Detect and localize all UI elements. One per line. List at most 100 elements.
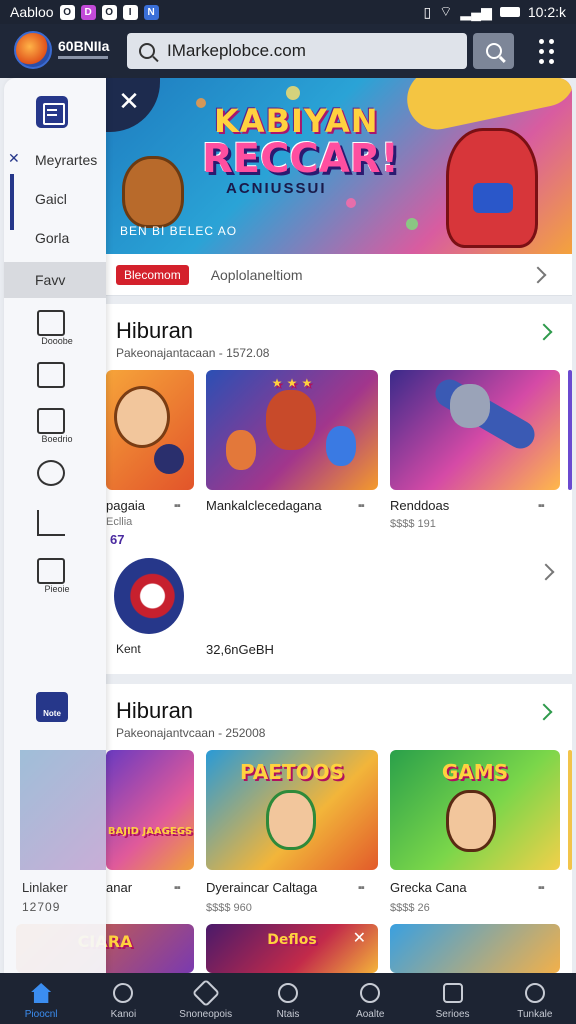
sidebar-icon-label: Boedrio bbox=[41, 434, 73, 444]
grid-icon[interactable]: ▪▪ bbox=[358, 882, 365, 894]
grid-icon[interactable]: ▪▪ bbox=[358, 500, 365, 512]
search-button[interactable] bbox=[473, 33, 514, 69]
sidebar-game-tile[interactable] bbox=[20, 750, 106, 870]
sidebar-item[interactable]: Gaicl bbox=[4, 181, 106, 217]
sidebar-item[interactable]: Meyrartes bbox=[4, 142, 106, 178]
section-title: Hiburan bbox=[116, 318, 194, 343]
wifi-icon: ⌔ bbox=[439, 3, 453, 19]
game-meta: $$$$ 191 bbox=[390, 518, 436, 530]
sidebar-item[interactable]: Gorla bbox=[4, 220, 106, 256]
hero-banner[interactable]: KABIYAN RECCAR! ACNIUSSUI BEN BI BELEC A… bbox=[106, 78, 572, 254]
nav-item[interactable]: Ntais bbox=[247, 973, 329, 1024]
game-tile[interactable]: PAETOOS bbox=[206, 750, 378, 870]
hero-info-bar[interactable]: Blecomom Aoplolaneltiom bbox=[106, 254, 572, 296]
game-tile-partial[interactable] bbox=[568, 750, 572, 870]
hero-character-left bbox=[122, 156, 184, 228]
sidebar-icon-label: Dooobe bbox=[41, 336, 73, 346]
brand-tagline bbox=[58, 56, 108, 59]
vibrate-icon: ▯ bbox=[423, 3, 432, 20]
calendar-icon[interactable] bbox=[37, 310, 65, 336]
game-name: Mankalclecedagana bbox=[206, 498, 322, 513]
sidebar-icon-label: Pieoie bbox=[44, 584, 70, 594]
grid-icon[interactable]: ▪▪ bbox=[538, 882, 545, 894]
grid-icon[interactable]: ▪▪ bbox=[174, 882, 181, 894]
document-icon[interactable] bbox=[37, 362, 65, 388]
nav-item[interactable]: Aoalte bbox=[329, 973, 411, 1024]
home-icon bbox=[31, 983, 52, 1003]
close-icon[interactable]: ✕ bbox=[353, 928, 366, 948]
app-logo[interactable] bbox=[14, 31, 52, 69]
hero-caption: BEN BI BELEC AO bbox=[120, 224, 238, 238]
game-tile[interactable]: Deflos ✕ bbox=[206, 924, 378, 973]
game-name: Grecka Cana bbox=[390, 880, 467, 895]
battery-icon bbox=[499, 7, 520, 17]
game-tile[interactable] bbox=[390, 370, 560, 490]
app-header: 60BNIIa IMarkeplobce.com bbox=[0, 24, 576, 78]
status-notification-icon: N bbox=[143, 4, 159, 20]
game-tile-partial[interactable] bbox=[568, 370, 572, 490]
hero-bar-text: Aoplolaneltiom bbox=[210, 266, 303, 283]
app-name: Kent bbox=[116, 642, 141, 656]
app-meta: 32,6nGeBH bbox=[206, 642, 274, 657]
game-meta: $$$$ 960 bbox=[206, 902, 252, 914]
sidebar-item-active[interactable]: Favv bbox=[4, 262, 106, 298]
section-title: Hiburan bbox=[116, 698, 194, 723]
signal-icon: ▂▄▆ bbox=[460, 3, 492, 20]
section-entertainment-2: Hiburan Pakeonajantvcaan - 252008 BAJID … bbox=[16, 684, 572, 973]
chevron-right-icon[interactable] bbox=[537, 563, 555, 581]
grid-icon[interactable]: ▪▪ bbox=[538, 500, 545, 512]
search-input[interactable]: IMarkeplobce.com bbox=[127, 33, 467, 69]
sidebar-tile-meta: 12709 bbox=[22, 900, 61, 914]
status-notification-icon: I bbox=[122, 4, 138, 20]
search-icon bbox=[485, 43, 502, 59]
more-menu-button[interactable] bbox=[533, 36, 559, 66]
square-icon bbox=[442, 983, 463, 1003]
hero-title-line2: RECCAR! bbox=[202, 136, 399, 182]
game-tile[interactable]: ★ ★ ★ bbox=[206, 370, 378, 490]
chart-icon[interactable] bbox=[37, 510, 65, 536]
game-tile[interactable]: GAMS bbox=[390, 750, 560, 870]
game-name: Renddoas bbox=[390, 498, 450, 513]
app-logo-circle[interactable] bbox=[114, 558, 184, 634]
sidebar-tile-name: Linlaker bbox=[22, 880, 68, 895]
game-rating: 67 bbox=[110, 532, 125, 547]
search-icon bbox=[360, 983, 381, 1003]
hero-character-right bbox=[446, 128, 538, 248]
nav-home[interactable]: Pioocnl bbox=[0, 973, 82, 1024]
home-icon[interactable] bbox=[37, 558, 65, 584]
chevron-right-icon[interactable] bbox=[535, 703, 553, 721]
status-notification-icon: O bbox=[101, 4, 117, 20]
status-carrier: Aabloo bbox=[10, 4, 54, 20]
section-subtitle: Pakeonajantacaan - 1572.08 bbox=[116, 346, 270, 360]
nav-item[interactable]: Kanoi bbox=[82, 973, 164, 1024]
search-value: IMarkeplobce.com bbox=[167, 41, 306, 60]
chevron-right-icon bbox=[529, 266, 547, 284]
game-tile[interactable] bbox=[106, 370, 194, 490]
brand-name: 60BNIIa bbox=[58, 38, 110, 54]
heart-icon[interactable] bbox=[37, 460, 65, 486]
game-tile[interactable]: BAJID JAAGEGS bbox=[106, 750, 194, 870]
nav-item[interactable]: Snoneopois bbox=[165, 973, 247, 1024]
menu-logo-icon[interactable] bbox=[36, 96, 68, 128]
hero-title: KABIYAN bbox=[214, 102, 379, 140]
gear-icon bbox=[191, 978, 220, 1008]
game-tile[interactable] bbox=[390, 924, 560, 973]
hero-decoration bbox=[401, 78, 572, 136]
nav-item[interactable]: Tunkale bbox=[494, 973, 576, 1024]
compass-icon bbox=[277, 983, 298, 1003]
person-icon bbox=[524, 983, 545, 1003]
game-name: anar bbox=[106, 880, 133, 895]
notes-icon[interactable]: Note bbox=[36, 692, 68, 722]
game-meta: $$$$ 26 bbox=[390, 902, 430, 914]
section-subtitle: Pakeonajantvcaan - 252008 bbox=[116, 726, 266, 740]
promo-badge: Blecomom bbox=[116, 264, 189, 285]
library-icon[interactable] bbox=[37, 408, 65, 434]
bottom-navigation: Pioocnl Kanoi Snoneopois Ntais Aoalte Se… bbox=[0, 973, 576, 1024]
nav-item[interactable]: Serioes bbox=[411, 973, 493, 1024]
grid-icon[interactable]: ▪▪ bbox=[174, 500, 181, 512]
status-bar: Aabloo O D O I N ▯ ⌔ ▂▄▆ 10:2:k bbox=[0, 0, 576, 24]
status-notification-icon: D bbox=[80, 4, 96, 20]
chevron-right-icon[interactable] bbox=[535, 323, 553, 341]
game-name: pagaia bbox=[106, 498, 146, 513]
status-notification-icon: O bbox=[59, 4, 75, 20]
